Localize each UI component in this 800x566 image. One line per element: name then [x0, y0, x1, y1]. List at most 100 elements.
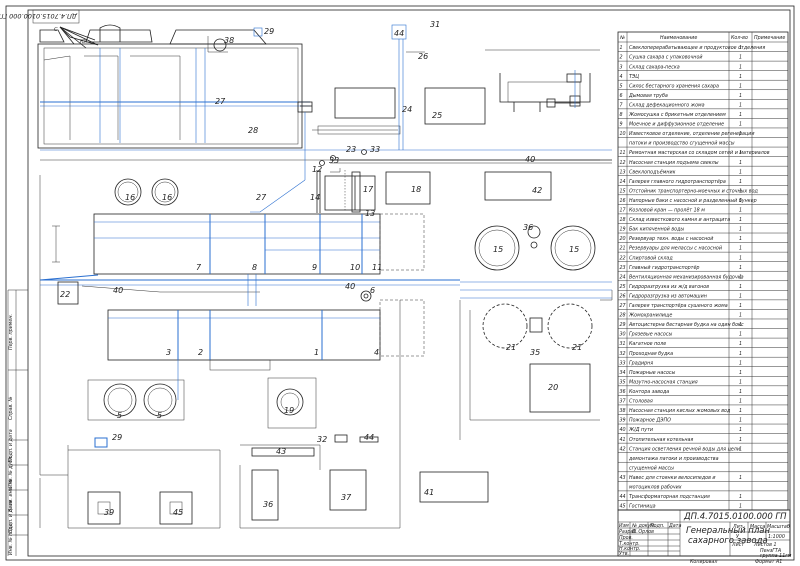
table-row: 10 Известковое отделение, отделение реген… — [618, 131, 788, 138]
table-cell-num: 7 — [620, 102, 623, 108]
table-cell-qty: 1 — [739, 427, 742, 433]
table-cell-qty: 1 — [739, 437, 742, 443]
table-cell-num: 21 — [620, 246, 626, 252]
table-cell-num: 19 — [620, 227, 626, 233]
table-cell-name: демонтажа патоки и производства — [628, 457, 719, 462]
table-cell-name: Галерея транспортёра сушеного жома — [629, 303, 728, 309]
table-row: 24 Вентиляционная механизированная будочк… — [618, 274, 788, 282]
stamp-date: Дата — [668, 523, 681, 529]
table-cell-name: Проходная будка — [629, 351, 673, 357]
table-cell-num: 36 — [620, 389, 626, 395]
table-cell-num: 35 — [620, 379, 626, 385]
plan-label: 25 — [432, 111, 442, 120]
table-cell-name: Козловой кран — пролёт 18 м — [629, 208, 705, 214]
table-cell-num: 12 — [620, 160, 626, 166]
side-label-sprav: Справ. № — [8, 397, 14, 420]
table-row: 41 Отопительная котельная 1 — [618, 437, 788, 444]
table-row: 20 Резервуар техн. воды с насосной 1 — [618, 236, 788, 243]
table-cell-name: мотоциклов рабочих — [629, 485, 682, 491]
table-cell-name: Пожарные насосы — [629, 370, 676, 376]
plan-label: 40 — [525, 155, 535, 164]
table-cell-qty: 1 — [739, 332, 742, 338]
table-cell-name: Гидроразгрузка из автомашин — [629, 293, 707, 299]
table-row: 36 Контора завода 1 — [618, 389, 788, 396]
stamp-lit: Лит. — [732, 524, 744, 530]
table-row: 34 Пожарные насосы 1 — [618, 370, 788, 377]
legend-table: № Наименование Кол-во Примечание 1 Свекло… — [617, 31, 789, 511]
plan-label: 2 — [198, 348, 203, 357]
table-row: 33 Градирня 1 — [618, 360, 788, 367]
table-cell-qty: 1 — [739, 74, 742, 80]
table-cell-name: патоки и производство сгущенной массы — [629, 141, 735, 147]
table-row: 32 Проходная будка 1 — [618, 351, 788, 358]
plan-label: 36 — [263, 500, 273, 509]
table-cell-name: Склад известкового камня и антрацита — [629, 217, 730, 223]
table-cell-name: Бак кипяченной воды — [629, 227, 684, 233]
table-cell-qty: 1 — [739, 198, 742, 204]
table-row: 8 Жомосушка с брикетным отделением 1 — [618, 112, 788, 119]
table-row: 21 Резервуары для мелассы с насосной 1 — [618, 246, 788, 253]
table-row: 17 Козловой кран — пролёт 18 м 1 — [618, 208, 788, 215]
table-header-note: Примечание — [754, 35, 785, 41]
table-cell-qty: 1 — [739, 360, 742, 366]
table-cell-qty: 1 — [739, 102, 742, 108]
drawing-code: ДП.4.7015.0100.000 ГП — [683, 512, 787, 522]
table-cell-qty: 1 — [739, 475, 742, 481]
plan-label: 22 — [60, 290, 70, 299]
table-cell-name: Жомосушка с брикетным отделением — [628, 112, 726, 118]
plan-area — [37, 24, 613, 529]
table-cell-qty: 1 — [739, 131, 742, 137]
table-cell-name: Известковое отделение, отделение регенер… — [629, 131, 754, 137]
table-cell-qty: 1 — [739, 293, 742, 299]
inner-frame — [27, 9, 791, 557]
table-cell-name: Станция осветления речной воды для цели — [629, 446, 740, 452]
table-row: 25 Гидроразгрузка из ж/д вагонов 1 — [618, 284, 788, 291]
plan-label: 1 — [314, 348, 319, 357]
table-rows: 1 Свеклоперерабатывающее и продуктовое от… — [618, 45, 788, 511]
plan-label: 20 — [548, 383, 558, 392]
table-cell-num: 42 — [620, 446, 626, 452]
table-row: 29 Автоцистерна бестарная будка на один б… — [618, 322, 788, 329]
table-cell-num: 27 — [620, 303, 626, 309]
table-cell-num: 40 — [620, 427, 626, 433]
site-plan-drawing: Перв. примен. Справ. № Подп. и дата Инв.… — [0, 5, 795, 565]
stamp-izm: Изм — [619, 523, 629, 529]
plan-label: 41 — [424, 488, 434, 497]
table-cell-name: Главный гидротранспортёр — [629, 265, 699, 271]
table-cell-num: 2 — [620, 55, 623, 61]
table-cell-name: Гостиница — [629, 504, 656, 510]
table-header-name: Наименование — [660, 35, 697, 41]
table-cell-num: 29 — [620, 322, 626, 328]
title-block: ДП.4.7015.0100.000 ГП Генеральный план с… — [617, 509, 792, 565]
table-cell-num: 11 — [620, 150, 626, 156]
table-row: 42 Станция осветления речной воды для цел… — [618, 446, 788, 453]
plan-label: 10 — [350, 263, 360, 272]
table-cell-qty: 1 — [739, 93, 742, 99]
plan-label: 5 — [117, 411, 122, 420]
plan-label: 28 — [248, 126, 258, 135]
plan-label: 19 — [284, 406, 294, 415]
table-cell-qty: 1 — [739, 160, 742, 166]
org-line-2: группа 11гм — [760, 553, 792, 559]
left-side-strip: Перв. примен. Справ. № Подп. и дата Инв.… — [7, 289, 28, 556]
table-cell-name: Напорные баки с насосной и разделенный б… — [629, 198, 757, 204]
table-cell-num: 32 — [620, 351, 626, 357]
table-cell-num: 44 — [620, 494, 626, 500]
table-cell-qty: 1 — [739, 313, 742, 319]
table-cell-num: 23 — [620, 265, 626, 271]
table-cell-name: Кагатное поле — [629, 341, 666, 347]
table-row: 18 Склад известкового камня и антрацита 1 — [618, 217, 788, 224]
plan-label: 42 — [532, 186, 542, 195]
table-cell-qty: 1 — [739, 303, 742, 309]
table-cell-name: Резервуар техн. воды с насосной — [629, 236, 713, 242]
table-cell-num: 45 — [620, 504, 626, 510]
table-cell-qty: 1 — [739, 45, 742, 51]
table-cell-qty: 1 — [739, 265, 742, 271]
stamp-utv: Утв. — [619, 551, 629, 557]
table-cell-qty: 1 — [739, 83, 742, 89]
table-cell-num: 3 — [620, 64, 623, 70]
plan-label: 15 — [493, 245, 503, 254]
side-label-inv-podl: Инв. № подл. — [8, 522, 14, 555]
plan-label: 15 — [569, 245, 579, 254]
table-cell-qty: 1 — [739, 227, 742, 233]
